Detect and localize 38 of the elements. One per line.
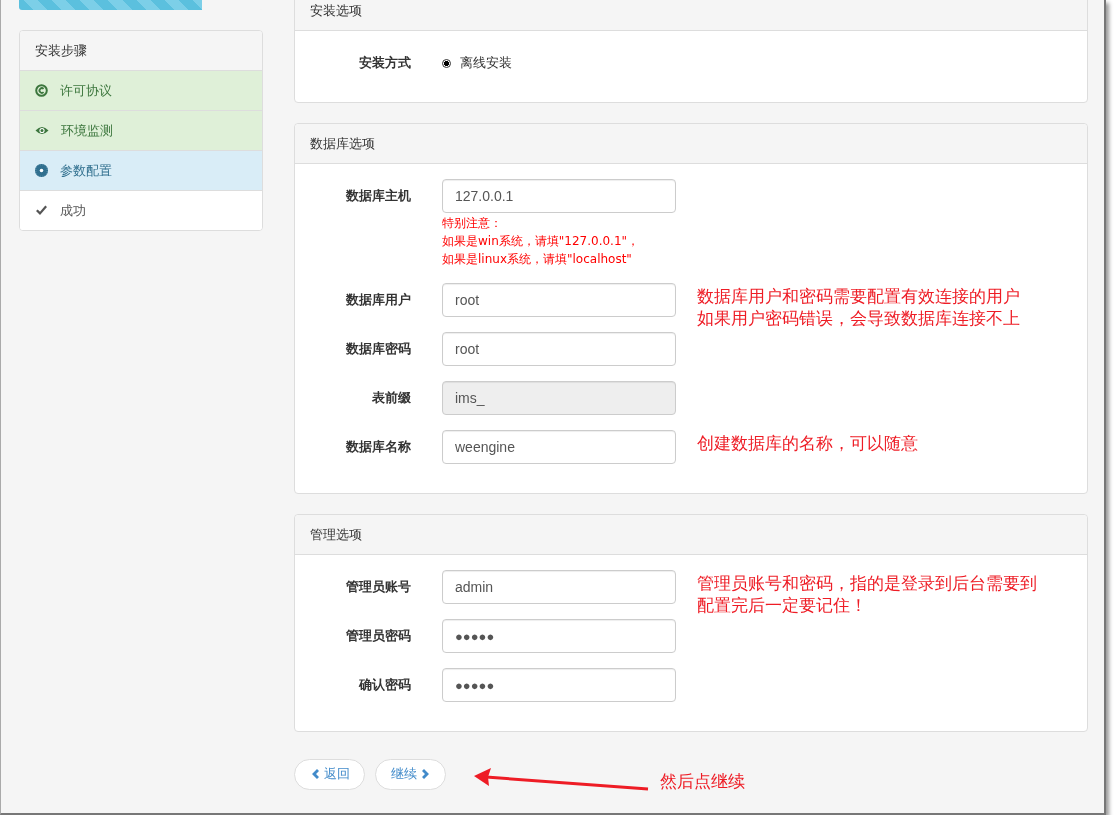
input-field[interactable]: root <box>442 332 676 366</box>
step-label: 许可协议 <box>60 81 112 100</box>
field-label: 管理员账号 <box>345 578 411 596</box>
field-label: 确认密码 <box>357 676 411 694</box>
input-field[interactable]: ims_ <box>442 381 676 415</box>
eye-icon <box>35 124 49 137</box>
continue-button[interactable]: 继续 <box>375 758 446 790</box>
input-field[interactable]: root <box>442 283 676 317</box>
step-label: 成功 <box>60 201 86 220</box>
panel-title: 安装选项 <box>295 0 1087 31</box>
panel-title: 数据库选项 <box>295 124 1087 164</box>
password-field[interactable]: ●●●●● <box>442 619 676 653</box>
field-label: 数据库名称 <box>345 438 411 456</box>
warning-note: 特别注意： 如果是win系统，请填"127.0.0.1"， 如果是linux系统，请填"localhost" <box>442 215 641 268</box>
check-icon <box>35 204 48 217</box>
panel-title: 管理选项 <box>295 515 1087 555</box>
annotation-text: 然后点继续 <box>660 770 745 792</box>
annotation-text: 数据库用户和密码需要配置有效连接的用户 如果用户密码错误，会导致数据库连接不上 <box>697 285 1021 329</box>
step-label: 参数配置 <box>60 161 112 180</box>
panel-title: 安装步骤 <box>20 31 262 71</box>
field-label: 数据库用户 <box>345 291 411 309</box>
field-label: 管理员密码 <box>345 627 411 645</box>
radio-option[interactable]: 离线安装 <box>442 46 676 80</box>
annotation-text: 创建数据库的名称，可以随意 <box>697 432 919 454</box>
field-label: 表前缀 <box>371 389 411 407</box>
field-label: 数据库主机 <box>345 187 411 205</box>
chevron-left-icon <box>310 768 320 780</box>
annotation-text: 管理员账号和密码，指的是登录到后台需要到 配置完后一定要记住！ <box>697 572 1038 616</box>
field-label: 数据库密码 <box>345 340 411 358</box>
chevron-right-icon <box>421 768 431 780</box>
password-field[interactable]: ●●●●● <box>442 668 676 702</box>
back-button[interactable]: 返回 <box>294 758 365 790</box>
input-field[interactable]: weengine <box>442 430 676 464</box>
step-label: 环境监测 <box>61 121 113 140</box>
input-field[interactable]: admin <box>442 570 676 604</box>
copyright-icon <box>35 84 48 97</box>
field-label: 安装方式 <box>358 54 411 72</box>
input-field[interactable]: 127.0.0.1 <box>442 179 676 213</box>
